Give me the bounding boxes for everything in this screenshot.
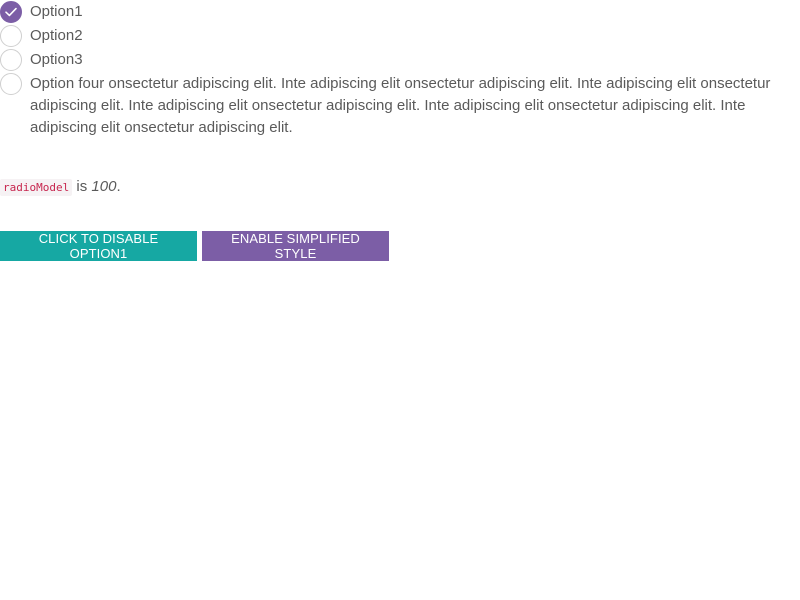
radio-checked-icon[interactable]: [0, 1, 22, 23]
radio-option-label: Option2: [30, 27, 83, 44]
radio-option-2[interactable]: Option2: [0, 24, 800, 48]
radio-option-label: Option3: [30, 51, 83, 68]
button-row: CLICK TO DISABLE OPTION1 ENABLE SIMPLIFI…: [0, 231, 389, 261]
radio-option-1[interactable]: Option1: [0, 0, 800, 24]
disable-option1-button[interactable]: CLICK TO DISABLE OPTION1: [0, 231, 197, 261]
radio-option-label: Option four onsectetur adipiscing elit. …: [30, 75, 771, 136]
radio-option-4[interactable]: Option four onsectetur adipiscing elit. …: [0, 72, 800, 139]
radio-option-label: Option1: [30, 3, 83, 20]
model-value-line: radioModel is 100.: [0, 177, 121, 198]
radio-unchecked-icon[interactable]: [0, 73, 22, 95]
checkmark-icon: [5, 7, 17, 17]
radio-option-3[interactable]: Option3: [0, 48, 800, 72]
model-connector-text: is: [76, 178, 88, 195]
model-value-text: 100: [91, 178, 117, 195]
radio-unchecked-icon[interactable]: [0, 25, 22, 47]
radio-unchecked-icon[interactable]: [0, 49, 22, 71]
model-suffix-text: .: [116, 178, 121, 195]
radio-group: Option1 Option2 Option3 Option four onse…: [0, 0, 800, 139]
model-name-code: radioModel: [0, 179, 73, 196]
enable-simplified-style-button[interactable]: ENABLE SIMPLIFIED STYLE: [202, 231, 389, 261]
